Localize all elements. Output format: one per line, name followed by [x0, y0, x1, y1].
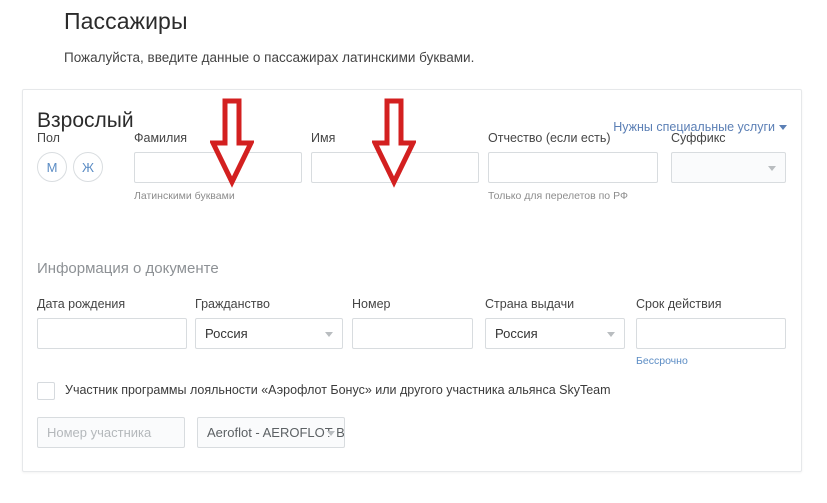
citizenship-select[interactable]: Россия	[195, 318, 343, 349]
gender-label: Пол	[37, 131, 60, 145]
expiry-label: Срок действия	[636, 297, 722, 311]
middlename-input[interactable]	[488, 152, 658, 183]
expiry-indefinite-link[interactable]: Бессрочно	[636, 355, 688, 367]
gender-male-button[interactable]: М	[37, 152, 67, 182]
birthdate-input[interactable]	[37, 318, 187, 349]
issue-country-select[interactable]: Россия	[485, 318, 625, 349]
document-number-input[interactable]	[352, 318, 473, 349]
chevron-down-icon	[779, 125, 787, 131]
chevron-down-icon	[768, 166, 776, 171]
lastname-label: Фамилия	[134, 131, 188, 145]
chevron-down-icon	[327, 431, 335, 436]
loyalty-program-value: Aeroflot - AEROFLOT BONUS	[207, 425, 345, 440]
arrow-down-firstname	[372, 98, 416, 188]
citizenship-label: Гражданство	[195, 297, 270, 311]
firstname-label: Имя	[311, 131, 336, 145]
suffix-select[interactable]	[671, 152, 786, 183]
suffix-label: Суффикс	[671, 131, 726, 145]
loyalty-checkbox-label: Участник программы лояльности «Аэрофлот …	[65, 383, 611, 397]
number-label: Номер	[352, 297, 391, 311]
arrow-down-lastname	[210, 98, 254, 188]
chevron-down-icon	[325, 332, 333, 337]
loyalty-checkbox[interactable]	[37, 382, 55, 400]
middlename-hint: Только для перелетов по РФ	[488, 190, 628, 202]
loyalty-number-input[interactable]: Номер участника	[37, 417, 185, 448]
birthdate-label: Дата рождения	[37, 297, 126, 311]
passenger-type-title: Взрослый	[37, 109, 134, 132]
document-section-title: Информация о документе	[37, 260, 219, 277]
loyalty-number-placeholder: Номер участника	[47, 425, 152, 440]
middlename-label: Отчество (если есть)	[488, 131, 611, 145]
issue-country-label: Страна выдачи	[485, 297, 575, 311]
citizenship-value: Россия	[205, 326, 248, 341]
issue-country-value: Россия	[495, 326, 538, 341]
expiry-input[interactable]	[636, 318, 786, 349]
lastname-hint: Латинскими буквами	[134, 190, 235, 202]
passenger-form-page: Пассажиры Пожалуйста, введите данные о п…	[0, 0, 827, 503]
page-title: Пассажиры	[64, 8, 188, 34]
gender-selector: МЖ	[37, 152, 103, 182]
page-subtitle: Пожалуйста, введите данные о пассажирах …	[64, 50, 475, 65]
chevron-down-icon	[607, 332, 615, 337]
loyalty-program-select[interactable]: Aeroflot - AEROFLOT BONUS	[197, 417, 345, 448]
gender-female-button[interactable]: Ж	[73, 152, 103, 182]
